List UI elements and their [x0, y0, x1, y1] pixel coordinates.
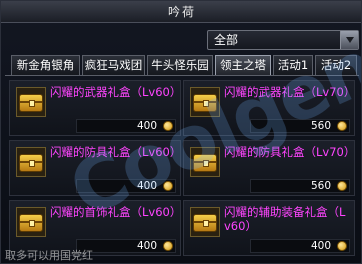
footer-text: 取多可以用国党红 [5, 249, 93, 262]
item-price: 560 [310, 120, 331, 132]
item-icon-frame [190, 147, 220, 177]
item-grid: 闪耀的武器礼盒（Lv60） 400 闪耀的武器礼盒（Lv70） 560 闪耀的防… [5, 75, 359, 263]
tab-event-1[interactable]: 活动1 [273, 55, 313, 75]
item-icon-frame [16, 147, 46, 177]
tab-new-gold-silver[interactable]: 新金角银角 [11, 55, 80, 75]
tab-crazy-circus[interactable]: 疯狂马戏团 [82, 55, 145, 75]
chevron-down-icon[interactable] [340, 31, 358, 49]
category-dropdown[interactable]: 全部 [207, 30, 359, 50]
shop-item[interactable]: 闪耀的武器礼盒（Lv70） 560 [183, 80, 355, 136]
item-price: 400 [136, 240, 157, 252]
treasure-chest-icon [193, 214, 217, 232]
gold-coin-icon [163, 121, 173, 131]
tab-lord-tower[interactable]: 领主之塔 [215, 55, 271, 75]
shop-item[interactable]: 闪耀的武器礼盒（Lv60） 400 [9, 80, 181, 136]
gold-coin-icon [163, 181, 173, 191]
item-name: 闪耀的辅助装备礼盒（Lv60） [224, 205, 346, 233]
item-price: 560 [310, 180, 331, 192]
price-bar: 400 [250, 239, 350, 253]
item-name: 闪耀的首饰礼盒（Lv60） [50, 205, 182, 219]
shop-item[interactable]: 闪耀的防具礼盒（Lv70） 560 [183, 140, 355, 196]
item-name: 闪耀的武器礼盒（Lv70） [224, 85, 356, 99]
item-price: 400 [136, 180, 157, 192]
tab-minotaur-park[interactable]: 牛头怪乐园 [147, 55, 213, 75]
item-name: 闪耀的防具礼盒（Lv60） [50, 145, 182, 159]
item-name: 闪耀的防具礼盒（Lv70） [224, 145, 356, 159]
window-title: 吟荷 [167, 5, 196, 19]
gold-coin-icon [163, 241, 173, 251]
treasure-chest-icon [193, 94, 217, 112]
shop-item[interactable]: 闪耀的防具礼盒（Lv60） 400 [9, 140, 181, 196]
tab-event-2[interactable]: 活动2 [315, 55, 357, 75]
gold-coin-icon [337, 121, 347, 131]
tab-bar: 新金角银角 疯狂马戏团 牛头怪乐园 领主之塔 活动1 活动2 [11, 55, 359, 75]
item-name: 闪耀的武器礼盒（Lv60） [50, 85, 182, 99]
gold-coin-icon [337, 241, 347, 251]
title-bar[interactable]: 吟荷 [1, 1, 361, 23]
item-icon-frame [190, 207, 220, 237]
item-icon-frame [190, 87, 220, 117]
shop-item[interactable]: 闪耀的辅助装备礼盒（Lv60） 400 [183, 200, 355, 256]
price-bar: 400 [76, 179, 176, 193]
item-icon-frame [16, 87, 46, 117]
price-bar: 560 [250, 179, 350, 193]
price-bar: 560 [250, 119, 350, 133]
treasure-chest-icon [19, 154, 43, 172]
gold-coin-icon [337, 181, 347, 191]
treasure-chest-icon [19, 94, 43, 112]
item-price: 400 [136, 120, 157, 132]
shop-window: 吟荷 全部 新金角银角 疯狂马戏团 牛头怪乐园 领主之塔 活动1 活动2 闪耀的… [0, 0, 362, 264]
treasure-chest-icon [193, 154, 217, 172]
price-bar: 400 [76, 119, 176, 133]
category-dropdown-value: 全部 [214, 33, 239, 47]
treasure-chest-icon [19, 214, 43, 232]
item-icon-frame [16, 207, 46, 237]
item-price: 400 [310, 240, 331, 252]
